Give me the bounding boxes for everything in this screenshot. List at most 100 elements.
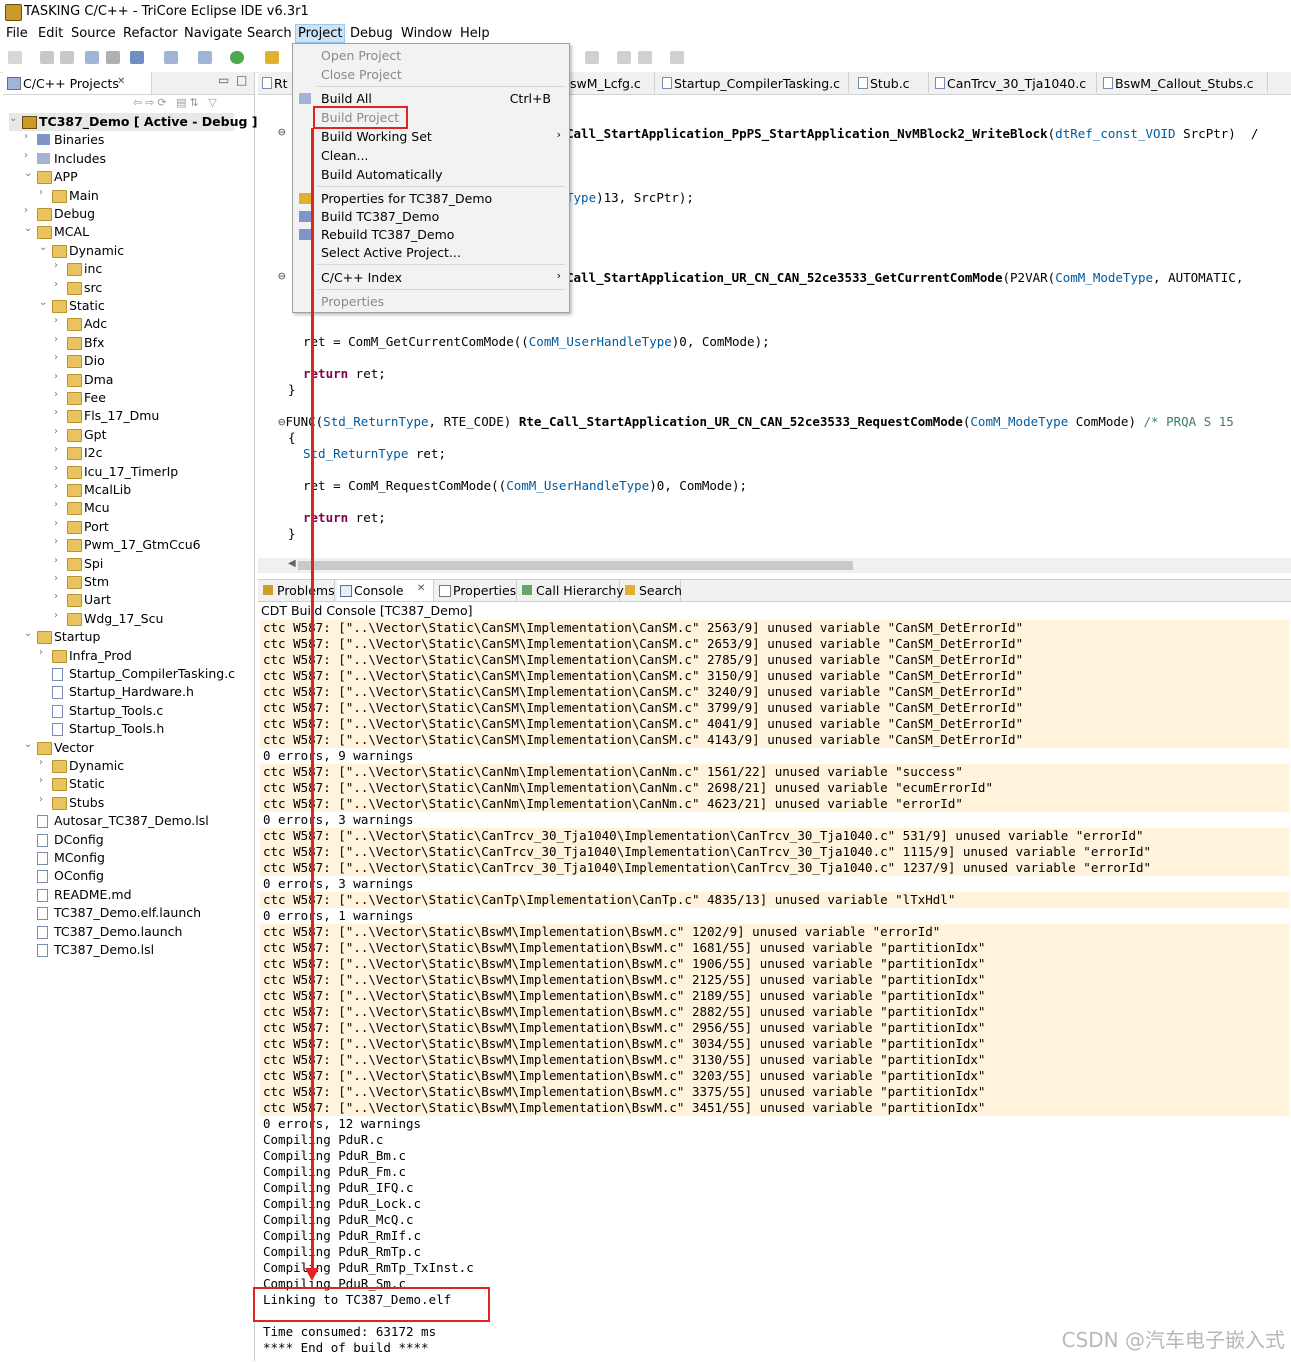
file-icon	[662, 77, 672, 89]
console-output[interactable]: ctc W587: ["..\Vector\Static\CanSM\Imple…	[260, 620, 1289, 1356]
chevron-right-icon[interactable]: ›	[39, 794, 51, 805]
chevron-right-icon[interactable]: ›	[54, 555, 66, 566]
menu-search[interactable]: Search	[247, 26, 292, 41]
chevron-right-icon[interactable]: ›	[54, 389, 66, 400]
menu-item-select-active-project[interactable]: Select Active Project...	[293, 243, 569, 262]
new-class-icon[interactable]	[198, 51, 212, 64]
chevron-right-icon[interactable]: ›	[24, 150, 36, 161]
minimize-icon[interactable]: ▭	[218, 73, 229, 87]
menu-project[interactable]: Project	[295, 24, 346, 43]
chevron-down-icon[interactable]: ⌄	[24, 628, 36, 639]
tab-cpp-projects[interactable]: C/C++ Projects ✕	[3, 72, 152, 94]
launch-icon[interactable]	[164, 51, 178, 64]
tab-properties[interactable]: Properties	[436, 580, 517, 601]
menu-item-open-project[interactable]: Open Project	[293, 46, 569, 65]
tree-item-label: TC387_Demo.elf.launch	[54, 905, 202, 921]
menu-refactor[interactable]: Refactor	[123, 26, 178, 41]
menu-edit[interactable]: Edit	[38, 26, 63, 41]
menu-item-build-working-set[interactable]: Build Working Set ›	[293, 127, 569, 146]
chevron-right-icon[interactable]: ›	[54, 463, 66, 474]
chevron-down-icon[interactable]: ⌄	[39, 297, 51, 308]
nav-icon[interactable]	[585, 51, 599, 64]
save-icon[interactable]	[40, 51, 54, 64]
chevron-right-icon[interactable]: ›	[54, 334, 66, 345]
chevron-right-icon[interactable]: ›	[54, 352, 66, 363]
menu-item-properties-for-project[interactable]: Properties for TC387_Demo	[293, 189, 569, 208]
menu-item-clean[interactable]: Clean...	[293, 146, 569, 165]
menu-item-build-tc387[interactable]: Build TC387_Demo	[293, 207, 569, 226]
editor-tab-startup-compilertasking[interactable]: Startup_CompilerTasking.c	[658, 72, 849, 93]
tab-call-hierarchy[interactable]: Call Hierarchy	[519, 580, 624, 601]
run-icon[interactable]	[230, 51, 244, 64]
menu-item-build-automatically[interactable]: Build Automatically	[293, 165, 569, 184]
properties-icon	[439, 585, 451, 597]
menu-window[interactable]: Window	[401, 26, 452, 41]
menu-debug[interactable]: Debug	[350, 26, 393, 41]
code-line: ret = ComM_RequestComMode((ComM_UserHand…	[303, 478, 748, 493]
chevron-right-icon[interactable]: ›	[54, 536, 66, 547]
tree-item[interactable]: ⌄ TC387_Demo [ Active - Debug ]	[9, 113, 258, 131]
chevron-right-icon[interactable]: ›	[54, 279, 66, 290]
chevron-right-icon[interactable]: ›	[54, 610, 66, 621]
chevron-right-icon[interactable]: ›	[54, 573, 66, 584]
chevron-right-icon[interactable]: ›	[54, 518, 66, 529]
save-all-icon[interactable]	[60, 51, 74, 64]
chevron-down-icon[interactable]: ⌄	[24, 223, 36, 234]
new-icon[interactable]	[8, 51, 22, 64]
chevron-right-icon[interactable]: ›	[54, 444, 66, 455]
view-toolbar[interactable]: ⇦⇨⟳ ▤⇅ ▽	[133, 96, 220, 109]
chevron-right-icon[interactable]: ›	[39, 775, 51, 786]
editor-tab-stub[interactable]: Stub.c	[854, 72, 929, 93]
step-icon[interactable]	[106, 51, 120, 64]
chevron-right-icon[interactable]: ›	[54, 426, 66, 437]
forward-icon[interactable]	[670, 51, 684, 64]
menu-item-close-project[interactable]: Close Project	[293, 65, 569, 84]
chevron-down-icon[interactable]: ⌄	[39, 242, 51, 253]
debug-config-icon[interactable]	[130, 51, 144, 64]
tab-search[interactable]: Search	[622, 580, 682, 601]
menu-item-rebuild-tc387[interactable]: Rebuild TC387_Demo	[293, 225, 569, 244]
menu-item-properties[interactable]: Properties	[293, 292, 569, 311]
menu-source[interactable]: Source	[71, 26, 116, 41]
chevron-right-icon[interactable]: ›	[39, 757, 51, 768]
chevron-right-icon[interactable]: ›	[54, 499, 66, 510]
prev-icon[interactable]	[638, 51, 652, 64]
scrollbar-thumb[interactable]	[298, 561, 853, 570]
chevron-right-icon[interactable]: ›	[54, 407, 66, 418]
chevron-right-icon[interactable]: ›	[54, 371, 66, 382]
folder-icon	[67, 484, 82, 497]
editor-horizontal-scrollbar[interactable]: ◀	[258, 558, 1291, 573]
back-icon[interactable]	[617, 51, 631, 64]
menu-file[interactable]: File	[6, 26, 28, 41]
chevron-right-icon[interactable]: ›	[54, 481, 66, 492]
tree-item-label: Includes	[54, 150, 107, 166]
code-line: Type)13, SrcPtr);	[566, 190, 694, 205]
chevron-down-icon[interactable]: ⌄	[24, 739, 36, 750]
chevron-down-icon[interactable]: ⌄	[24, 168, 36, 179]
tab-console[interactable]: Console ✕	[337, 580, 434, 601]
folder-icon	[67, 392, 82, 405]
tool-icon[interactable]	[265, 51, 279, 64]
chevron-right-icon[interactable]: ›	[54, 315, 66, 326]
build-icon[interactable]	[85, 51, 99, 64]
close-icon[interactable]: ✕	[117, 76, 125, 87]
menu-help[interactable]: Help	[460, 26, 490, 41]
chevron-right-icon[interactable]: ›	[39, 647, 51, 658]
editor-tab-bswm-lcfg[interactable]: swM_Lcfg.c	[568, 72, 655, 93]
close-icon[interactable]: ✕	[417, 583, 425, 594]
chevron-down-icon[interactable]: ⌄	[9, 113, 21, 124]
chevron-right-icon[interactable]: ›	[39, 187, 51, 198]
chevron-right-icon[interactable]: ›	[54, 591, 66, 602]
chevron-right-icon[interactable]: ›	[24, 205, 36, 216]
folder-icon	[37, 208, 52, 221]
chevron-right-icon[interactable]: ›	[54, 260, 66, 271]
menu-item-cpp-index[interactable]: C/C++ Index ›	[293, 268, 569, 287]
editor-tab-bswm-callout[interactable]: BswM_Callout_Stubs.c	[1099, 72, 1268, 93]
chevron-right-icon[interactable]: ›	[24, 131, 36, 142]
maximize-icon[interactable]: □	[236, 73, 247, 87]
scroll-left-icon[interactable]: ◀	[288, 558, 296, 569]
menu-navigate[interactable]: Navigate	[184, 26, 242, 41]
editor-tab-cantrcv[interactable]: CanTrcv_30_Tja1040.c	[931, 72, 1097, 93]
tab-problems[interactable]: Problems	[260, 580, 335, 601]
editor-tab-rt[interactable]: Rt	[258, 72, 295, 93]
